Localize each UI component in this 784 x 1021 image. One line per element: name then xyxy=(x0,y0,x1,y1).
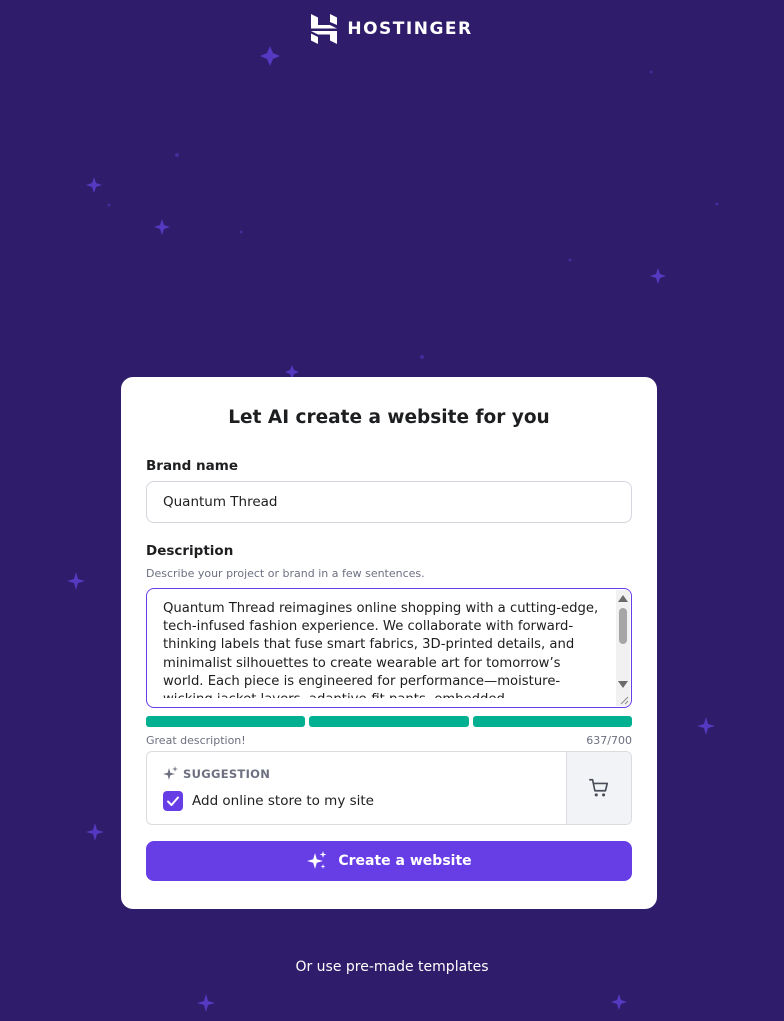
description-label: Description xyxy=(146,543,234,559)
create-website-label: Create a website xyxy=(338,853,472,869)
sparkle-icon xyxy=(163,766,178,780)
premade-templates-link[interactable]: Or use pre-made templates xyxy=(0,959,784,975)
description-hint: Describe your project or brand in a few … xyxy=(146,567,425,580)
scroll-up-arrow-icon[interactable] xyxy=(618,595,628,602)
description-strength-meter xyxy=(146,716,632,727)
ai-website-card: Let AI create a website for you Brand na… xyxy=(121,377,657,909)
shopping-cart-icon xyxy=(589,778,609,797)
scroll-down-arrow-icon[interactable] xyxy=(618,681,628,688)
strength-segment xyxy=(472,716,632,727)
scroll-thumb[interactable] xyxy=(619,608,627,644)
strength-segment xyxy=(146,716,306,727)
suggestion-heading: SUGGESTION xyxy=(183,766,271,781)
checkmark-icon xyxy=(167,796,179,806)
textarea-scrollbar[interactable] xyxy=(616,590,630,706)
online-store-label[interactable]: Add online store to my site xyxy=(192,793,374,809)
description-textarea[interactable]: Quantum Thread reimagines online shoppin… xyxy=(146,588,632,708)
logo-text: HOSTINGER xyxy=(347,19,473,39)
hostinger-logo-icon xyxy=(311,14,338,44)
sparkles-icon xyxy=(307,851,327,869)
char-count: 637/700 xyxy=(586,734,632,747)
resize-handle-icon[interactable] xyxy=(617,693,629,705)
create-website-button[interactable]: Create a website xyxy=(146,841,632,881)
card-title: Let AI create a website for you xyxy=(228,407,550,428)
brand-name-value: Quantum Thread xyxy=(163,494,278,510)
suggestion-box: SUGGESTION Add online store to my site xyxy=(146,751,632,825)
hostinger-logo[interactable]: HOSTINGER xyxy=(0,14,784,44)
online-store-checkbox[interactable] xyxy=(163,791,183,811)
description-value: Quantum Thread reimagines online shoppin… xyxy=(163,601,599,698)
brand-name-input[interactable]: Quantum Thread xyxy=(146,481,632,523)
brand-name-label: Brand name xyxy=(146,458,238,474)
strength-status: Great description! xyxy=(146,734,246,747)
cart-panel xyxy=(566,752,631,824)
strength-segment xyxy=(309,716,469,727)
